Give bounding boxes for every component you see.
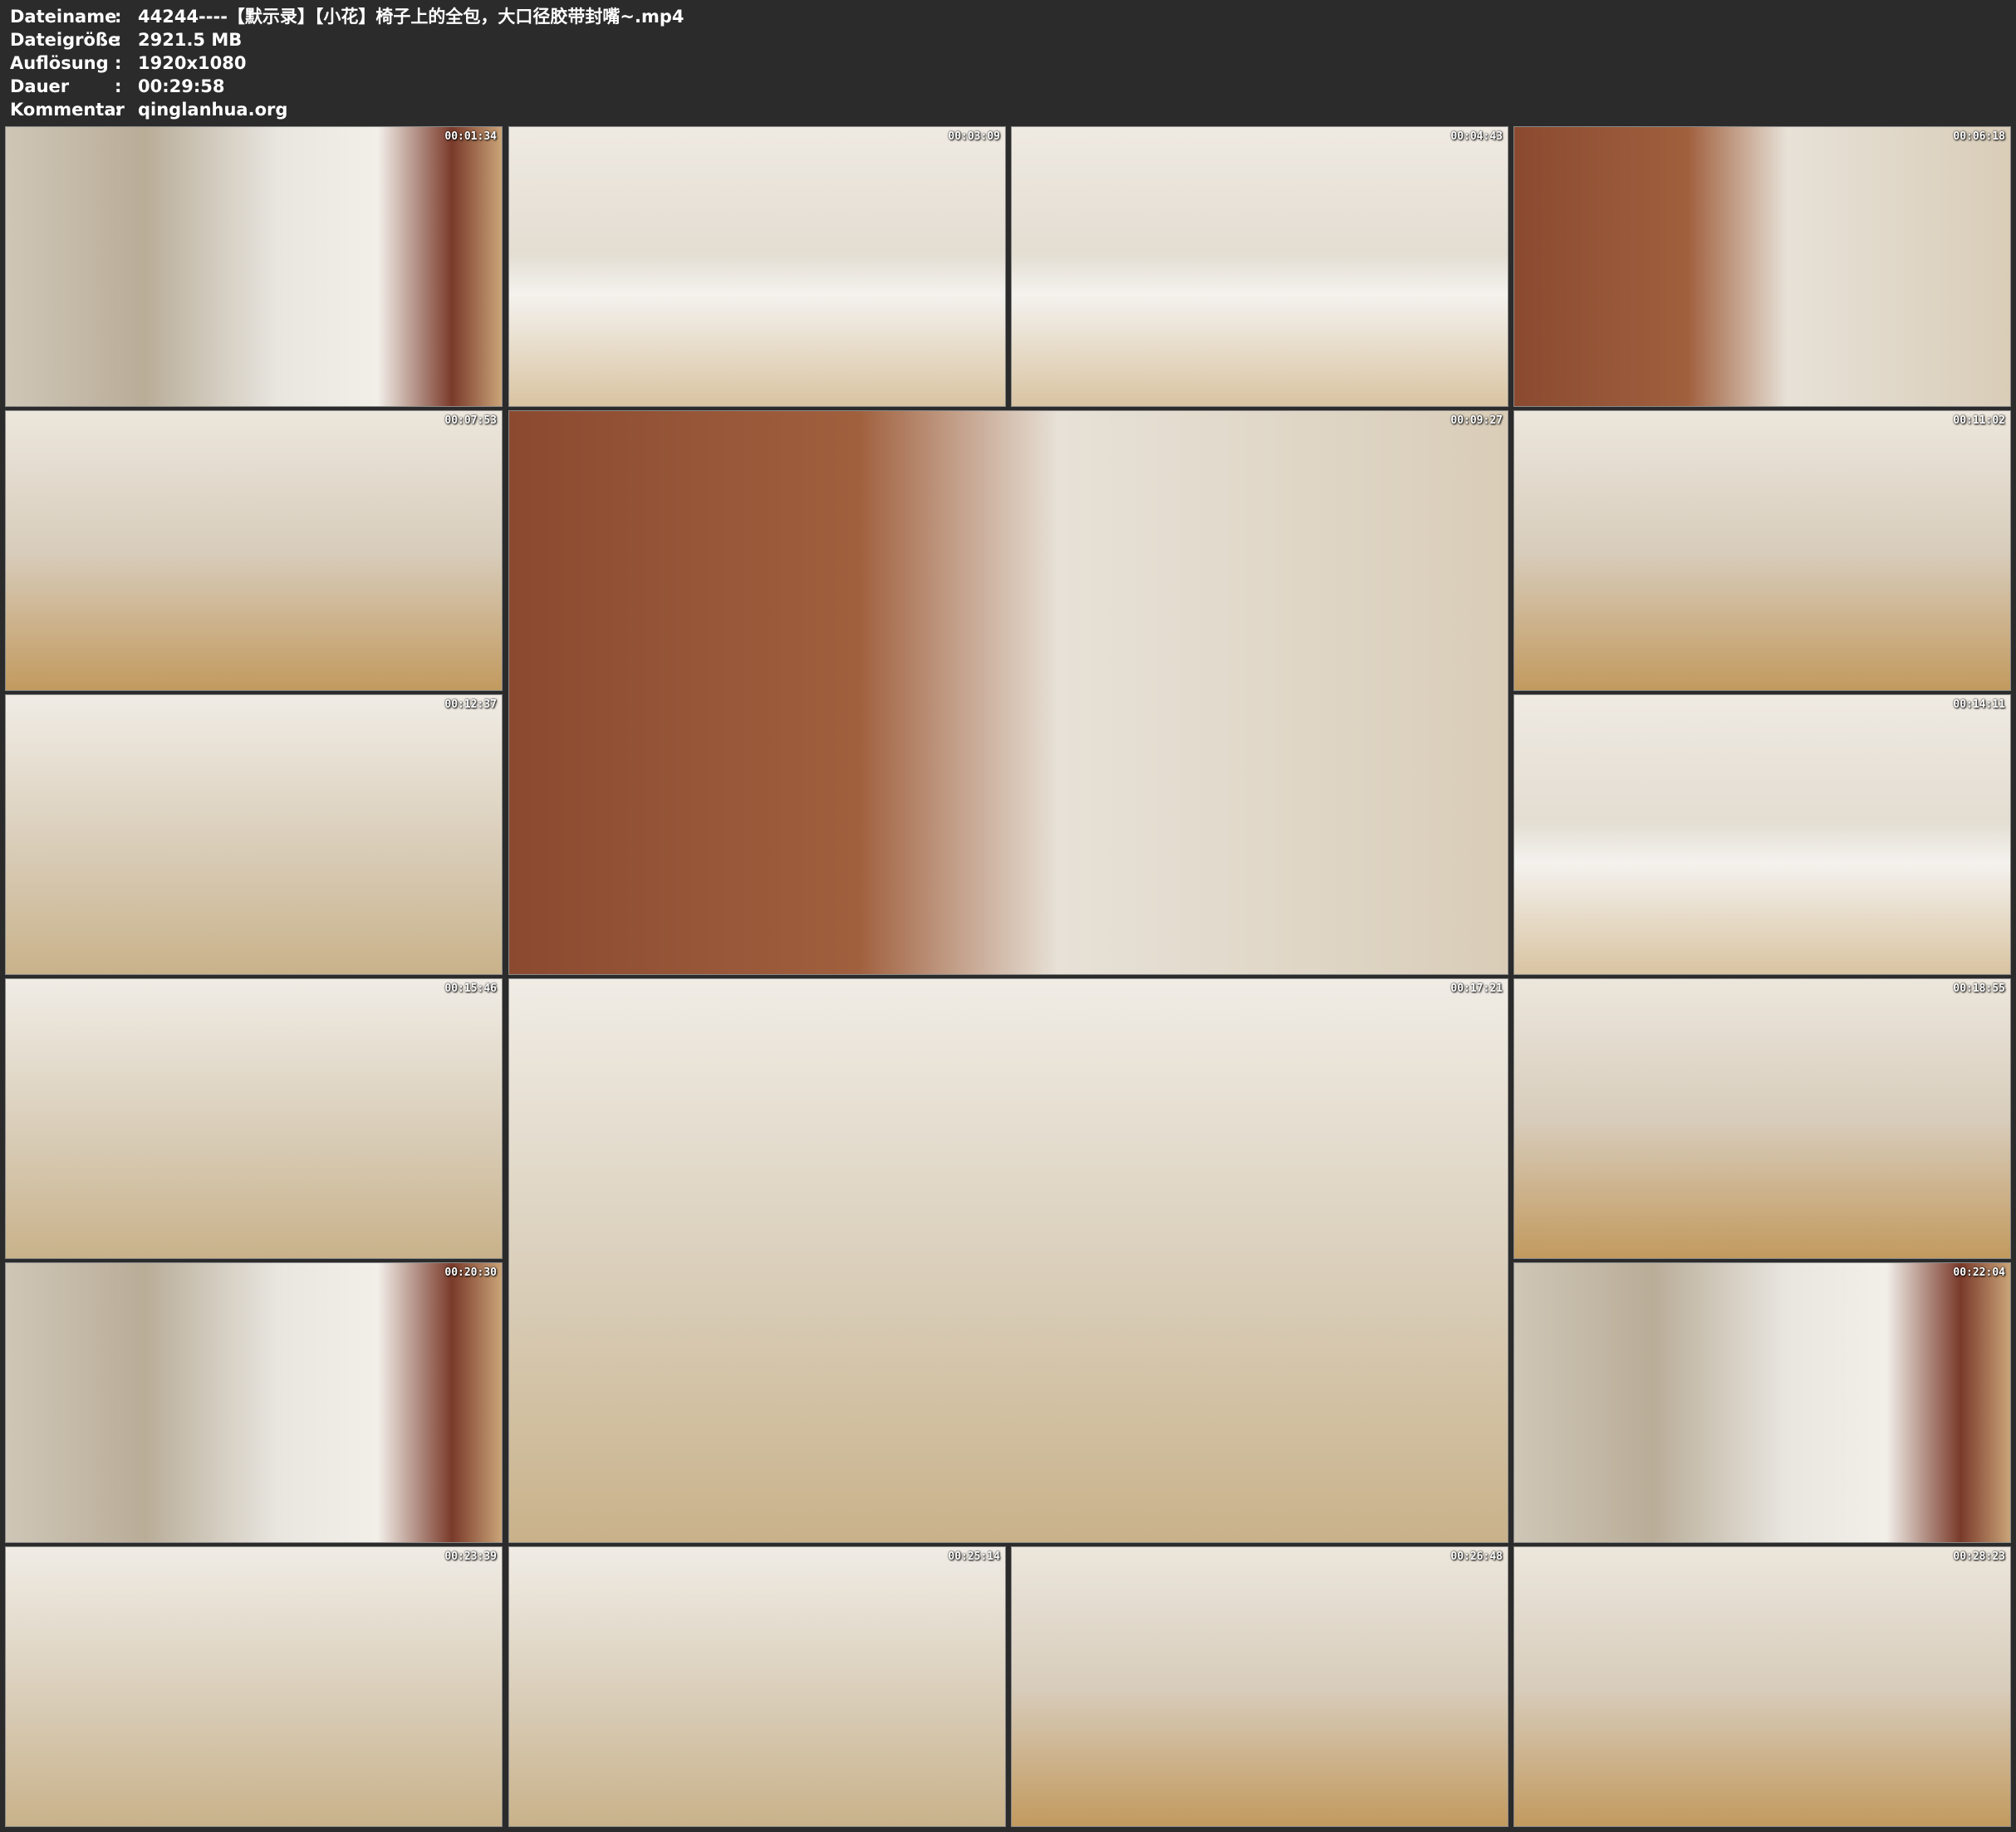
thumbnail-image: [1012, 127, 1508, 406]
video-thumbnail: 00:17:21: [508, 978, 1508, 1543]
thumbnail-image: [6, 1547, 502, 1826]
timestamp-label: 00:15:46: [444, 982, 497, 995]
video-thumbnail: 00:20:30: [5, 1262, 503, 1543]
timestamp-label: 00:22:04: [1953, 1266, 2005, 1279]
video-thumbnail: 00:06:18: [1513, 126, 2011, 407]
video-thumbnail: 00:03:09: [508, 126, 1006, 407]
timestamp-label: 00:12:37: [444, 698, 497, 711]
video-thumbnail: 00:09:27: [508, 410, 1508, 975]
video-thumbnail: 00:15:46: [5, 978, 503, 1259]
thumbnail-image: [1514, 127, 2010, 406]
timestamp-label: 00:26:48: [1450, 1550, 1503, 1563]
video-thumbnail: 00:26:48: [1011, 1546, 1508, 1827]
thumbnail-image: [509, 127, 1005, 406]
video-thumbnail: 00:18:55: [1513, 978, 2011, 1259]
timestamp-label: 00:25:14: [948, 1550, 1000, 1563]
timestamp-label: 00:09:27: [1450, 414, 1503, 427]
timestamp-label: 00:20:30: [444, 1266, 497, 1279]
thumbnail-image: [1514, 979, 2010, 1258]
video-thumbnail: 00:11:02: [1513, 410, 2011, 691]
timestamp-label: 00:03:09: [948, 130, 1000, 143]
video-thumbnail: 00:04:43: [1011, 126, 1508, 407]
timestamp-label: 00:06:18: [1953, 130, 2005, 143]
video-thumbnail: 00:12:37: [5, 694, 503, 975]
thumbnail-image: [1012, 1547, 1508, 1826]
thumbnail-image: [6, 411, 502, 690]
video-thumbnail: 00:28:23: [1513, 1546, 2011, 1827]
video-thumbnail: 00:25:14: [508, 1546, 1006, 1827]
video-thumbnail: 00:23:39: [5, 1546, 503, 1827]
timestamp-label: 00:23:39: [444, 1550, 497, 1563]
thumbnail-grid: 00:01:34 00:03:09 00:04:43 00:06:18 00:07:53…: [0, 0, 2016, 1832]
video-thumbnail: 00:14:11: [1513, 694, 2011, 975]
thumbnail-image: [1514, 695, 2010, 974]
timestamp-label: 00:14:11: [1953, 698, 2005, 711]
timestamp-label: 00:18:55: [1953, 982, 2005, 995]
video-thumbnail: 00:01:34: [5, 126, 503, 407]
thumbnail-image: [509, 1547, 1005, 1826]
video-thumbnail: 00:07:53: [5, 410, 503, 691]
thumbnail-image: [6, 127, 502, 406]
video-thumbnail: 00:22:04: [1513, 1262, 2011, 1543]
timestamp-label: 00:11:02: [1953, 414, 2005, 427]
timestamp-label: 00:01:34: [444, 130, 497, 143]
thumbnail-image: [6, 1263, 502, 1542]
thumbnail-image: [1514, 1547, 2010, 1826]
thumbnail-image: [1514, 1263, 2010, 1542]
timestamp-label: 00:28:23: [1953, 1550, 2005, 1563]
timestamp-label: 00:17:21: [1450, 982, 1503, 995]
thumbnail-image: [6, 979, 502, 1258]
thumbnail-image: [6, 695, 502, 974]
timestamp-label: 00:07:53: [444, 414, 497, 427]
timestamp-label: 00:04:43: [1450, 130, 1503, 143]
thumbnail-image: [509, 411, 1508, 974]
thumbnail-image: [1514, 411, 2010, 690]
thumbnail-image: [509, 979, 1508, 1542]
